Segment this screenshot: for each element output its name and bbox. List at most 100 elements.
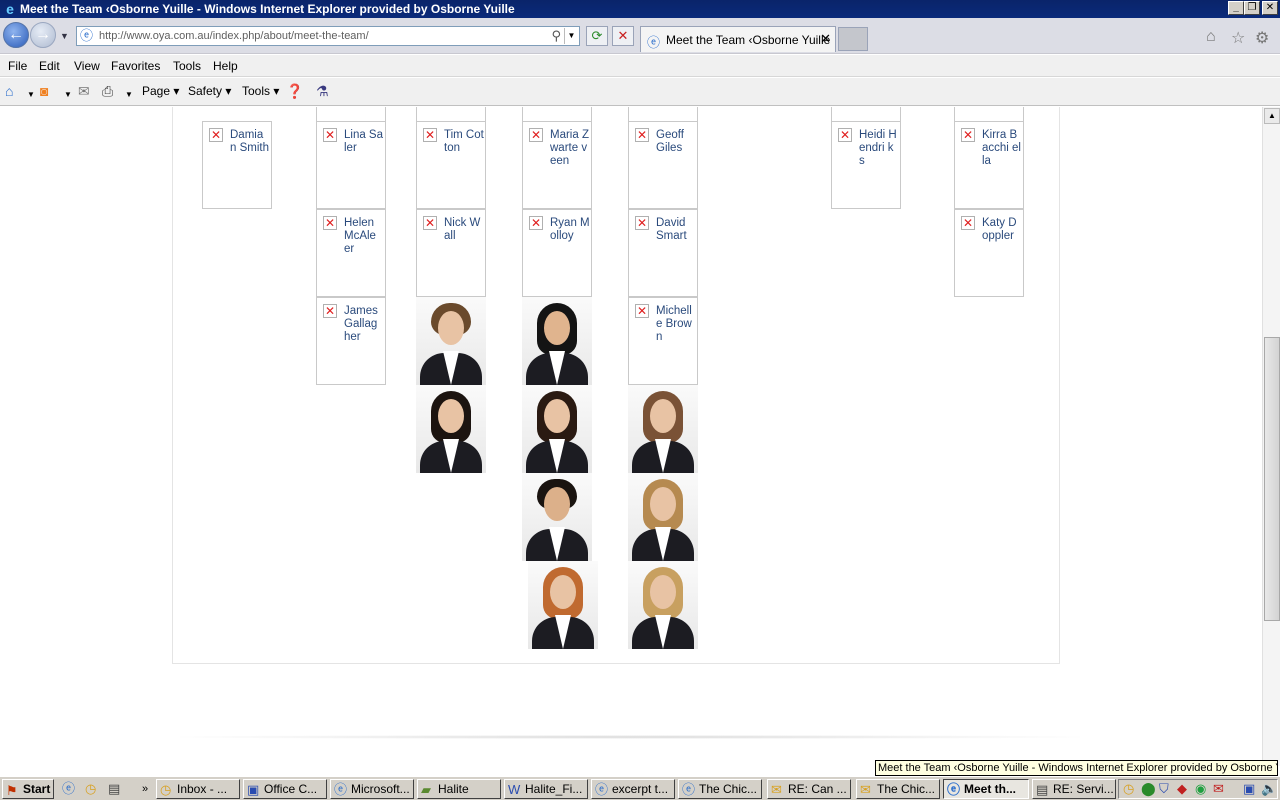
scroll-up-arrow[interactable]: ▲ bbox=[1264, 108, 1280, 124]
team-card-helen-mcaleer[interactable]: ✕ Helen McAle er bbox=[316, 209, 386, 297]
team-card-damian-smith[interactable]: ✕ Damia n Smith bbox=[202, 121, 272, 209]
team-photo[interactable] bbox=[522, 473, 592, 561]
tab-meet-the-team[interactable]: ⓔ Meet the Team ‹Osborne Yuille ✕ bbox=[640, 26, 836, 52]
tray-outlook-icon[interactable]: ◷ bbox=[1123, 781, 1134, 797]
team-photo[interactable] bbox=[416, 385, 486, 473]
taskbar-item-halite[interactable]: ▰ Halite bbox=[417, 779, 501, 799]
menu-tools[interactable]: Tools bbox=[173, 59, 201, 73]
menu-favorites[interactable]: Favorites bbox=[111, 59, 160, 73]
team-member-name[interactable]: Helen McAle er bbox=[344, 217, 384, 256]
team-card-david-smart[interactable]: ✕ David Smart bbox=[628, 209, 698, 297]
team-card-nick-wall[interactable]: ✕ Nick Wall bbox=[416, 209, 486, 297]
back-button[interactable]: ← bbox=[3, 22, 29, 48]
team-member-name[interactable]: Damia n Smith bbox=[230, 129, 270, 155]
team-card-tim-cotton[interactable]: ✕ Tim Cotton bbox=[416, 121, 486, 209]
team-photo[interactable] bbox=[528, 561, 598, 649]
tray-network-icon[interactable]: ⬤ bbox=[1141, 781, 1156, 797]
team-card-kirra-bacchiella[interactable]: ✕ Kirra Bacchi ella bbox=[954, 121, 1024, 209]
team-member-name[interactable]: Maria Zwarte veen bbox=[550, 129, 590, 168]
taskbar-item-the-chic-1[interactable]: ⓔ The Chic... bbox=[678, 779, 762, 799]
team-card-heidi-hendriks[interactable]: ✕ Heidi Hendri ks bbox=[831, 121, 901, 209]
read-mail-icon[interactable]: ✉ bbox=[78, 83, 90, 99]
menu-file[interactable]: File bbox=[8, 59, 27, 73]
team-member-name[interactable]: Nick Wall bbox=[444, 217, 484, 243]
taskbar-item-microsoft[interactable]: ⓔ Microsoft... bbox=[330, 779, 414, 799]
print-icon[interactable]: ⎙ bbox=[102, 83, 113, 99]
taskbar-item-excerpt[interactable]: ⓔ excerpt t... bbox=[591, 779, 675, 799]
team-member-name[interactable]: Ryan Molloy bbox=[550, 217, 590, 243]
favorites-star-icon[interactable]: ☆ bbox=[1231, 28, 1245, 48]
taskbar-item-re-can[interactable]: ✉ RE: Can ... bbox=[767, 779, 851, 799]
tray-chrome-icon[interactable]: ◉ bbox=[1195, 781, 1206, 797]
team-card-michelle-brown[interactable]: ✕ Michell e Brown bbox=[628, 297, 698, 385]
team-member-name[interactable]: Heidi Hendri ks bbox=[859, 129, 899, 168]
restore-button[interactable]: ❐ bbox=[1244, 1, 1260, 15]
taskbar-item-meet-the-team[interactable]: ⓔ Meet th... bbox=[943, 779, 1029, 799]
recent-pages-dropdown[interactable]: ▼ bbox=[60, 31, 69, 41]
taskbar-item-inbox[interactable]: ◷ Inbox - ... bbox=[156, 779, 240, 799]
vertical-scrollbar[interactable]: ▲ bbox=[1262, 107, 1280, 766]
menu-edit[interactable]: Edit bbox=[39, 59, 60, 73]
quicklaunch-outlook-icon[interactable]: ◷ bbox=[85, 781, 96, 797]
search-icon[interactable]: ⚲ bbox=[551, 28, 561, 44]
tray-shield-icon[interactable]: ⛉ bbox=[1159, 781, 1169, 797]
team-member-name[interactable]: David Smart bbox=[656, 217, 696, 243]
team-card-james-gallagher[interactable]: ✕ James Gallag her bbox=[316, 297, 386, 385]
tray-volume-icon[interactable]: 🔈 bbox=[1261, 781, 1277, 797]
tray-acrobat-icon[interactable]: ◆ bbox=[1177, 781, 1187, 797]
team-card-geoff-giles[interactable]: ✕ Geoff Giles bbox=[628, 121, 698, 209]
team-member-name[interactable]: James Gallag her bbox=[344, 305, 384, 344]
team-card-katy-doppler[interactable]: ✕ Katy Doppler bbox=[954, 209, 1024, 297]
home-icon[interactable]: ⌂ bbox=[1206, 28, 1216, 46]
team-member-name[interactable]: Geoff Giles bbox=[656, 129, 696, 155]
team-member-name[interactable]: Kirra Bacchi ella bbox=[982, 129, 1022, 168]
team-photo[interactable] bbox=[628, 561, 698, 649]
close-window-button[interactable]: ✕ bbox=[1262, 1, 1278, 15]
refresh-icon[interactable]: ⟳ bbox=[586, 26, 608, 46]
print-dropdown-icon[interactable]: ▼ bbox=[125, 87, 133, 103]
team-card-maria-zwarteveen[interactable]: ✕ Maria Zwarte veen bbox=[522, 121, 592, 209]
feed-dropdown-icon[interactable]: ▼ bbox=[64, 87, 72, 103]
safety-menu-button[interactable]: Safety ▾ bbox=[188, 84, 231, 98]
close-tab-icon[interactable]: ✕ bbox=[820, 31, 831, 47]
taskbar-item-re-servi[interactable]: ▤ RE: Servi... bbox=[1032, 779, 1116, 799]
address-dropdown[interactable]: ▼ bbox=[564, 28, 578, 44]
stop-icon[interactable]: ✕ bbox=[612, 26, 634, 46]
start-button[interactable]: ⚑ Start bbox=[2, 779, 54, 799]
new-tab-button[interactable] bbox=[838, 27, 868, 51]
gear-icon[interactable]: ⚙ bbox=[1255, 28, 1269, 48]
address-bar[interactable]: ⓔ http://www.oya.com.au/index.php/about/… bbox=[76, 26, 580, 46]
team-photo[interactable] bbox=[628, 473, 698, 561]
team-member-name[interactable]: Tim Cotton bbox=[444, 129, 484, 155]
scroll-thumb[interactable] bbox=[1264, 337, 1280, 621]
team-photo[interactable] bbox=[416, 297, 486, 385]
page-menu-button[interactable]: Page ▾ bbox=[142, 84, 179, 98]
address-url[interactable]: http://www.oya.com.au/index.php/about/me… bbox=[99, 30, 369, 42]
team-photo[interactable] bbox=[628, 385, 698, 473]
tools-menu-button[interactable]: Tools ▾ bbox=[242, 84, 279, 98]
rss-feed-icon[interactable]: ◙ bbox=[40, 83, 48, 99]
team-photo[interactable] bbox=[522, 385, 592, 473]
team-card-ryan-molloy[interactable]: ✕ Ryan Molloy bbox=[522, 209, 592, 297]
team-member-name[interactable]: Michell e Brown bbox=[656, 305, 696, 344]
quicklaunch-more-icon[interactable]: » bbox=[142, 781, 148, 797]
menu-help[interactable]: Help bbox=[213, 59, 238, 73]
team-photo[interactable] bbox=[522, 297, 592, 385]
research-icon[interactable]: ⚗ bbox=[316, 83, 329, 99]
quicklaunch-server-icon[interactable]: ▤ bbox=[108, 781, 120, 797]
minimize-button[interactable]: _ bbox=[1228, 1, 1244, 15]
tray-mail-icon[interactable]: ✉ bbox=[1213, 781, 1224, 797]
taskbar-item-the-chic-2[interactable]: ✉ The Chic... bbox=[856, 779, 940, 799]
team-card-lina-saler[interactable]: ✕ Lina Saler bbox=[316, 121, 386, 209]
taskbar-item-office[interactable]: ▣ Office C... bbox=[243, 779, 327, 799]
taskbar-item-halite-file[interactable]: W Halite_Fi... bbox=[504, 779, 588, 799]
team-member-name[interactable]: Lina Saler bbox=[344, 129, 384, 155]
tray-display-icon[interactable]: ▣ bbox=[1243, 781, 1255, 797]
menu-view[interactable]: View bbox=[74, 59, 100, 73]
quicklaunch-ie-icon[interactable]: ⓔ bbox=[62, 781, 75, 797]
forward-button[interactable]: → bbox=[30, 22, 56, 48]
team-member-name[interactable]: Katy Doppler bbox=[982, 217, 1022, 243]
help-icon[interactable]: ❓ bbox=[286, 83, 303, 99]
home-dropdown-icon[interactable]: ▼ bbox=[27, 87, 35, 103]
home-page-icon[interactable]: ⌂ bbox=[5, 83, 13, 99]
